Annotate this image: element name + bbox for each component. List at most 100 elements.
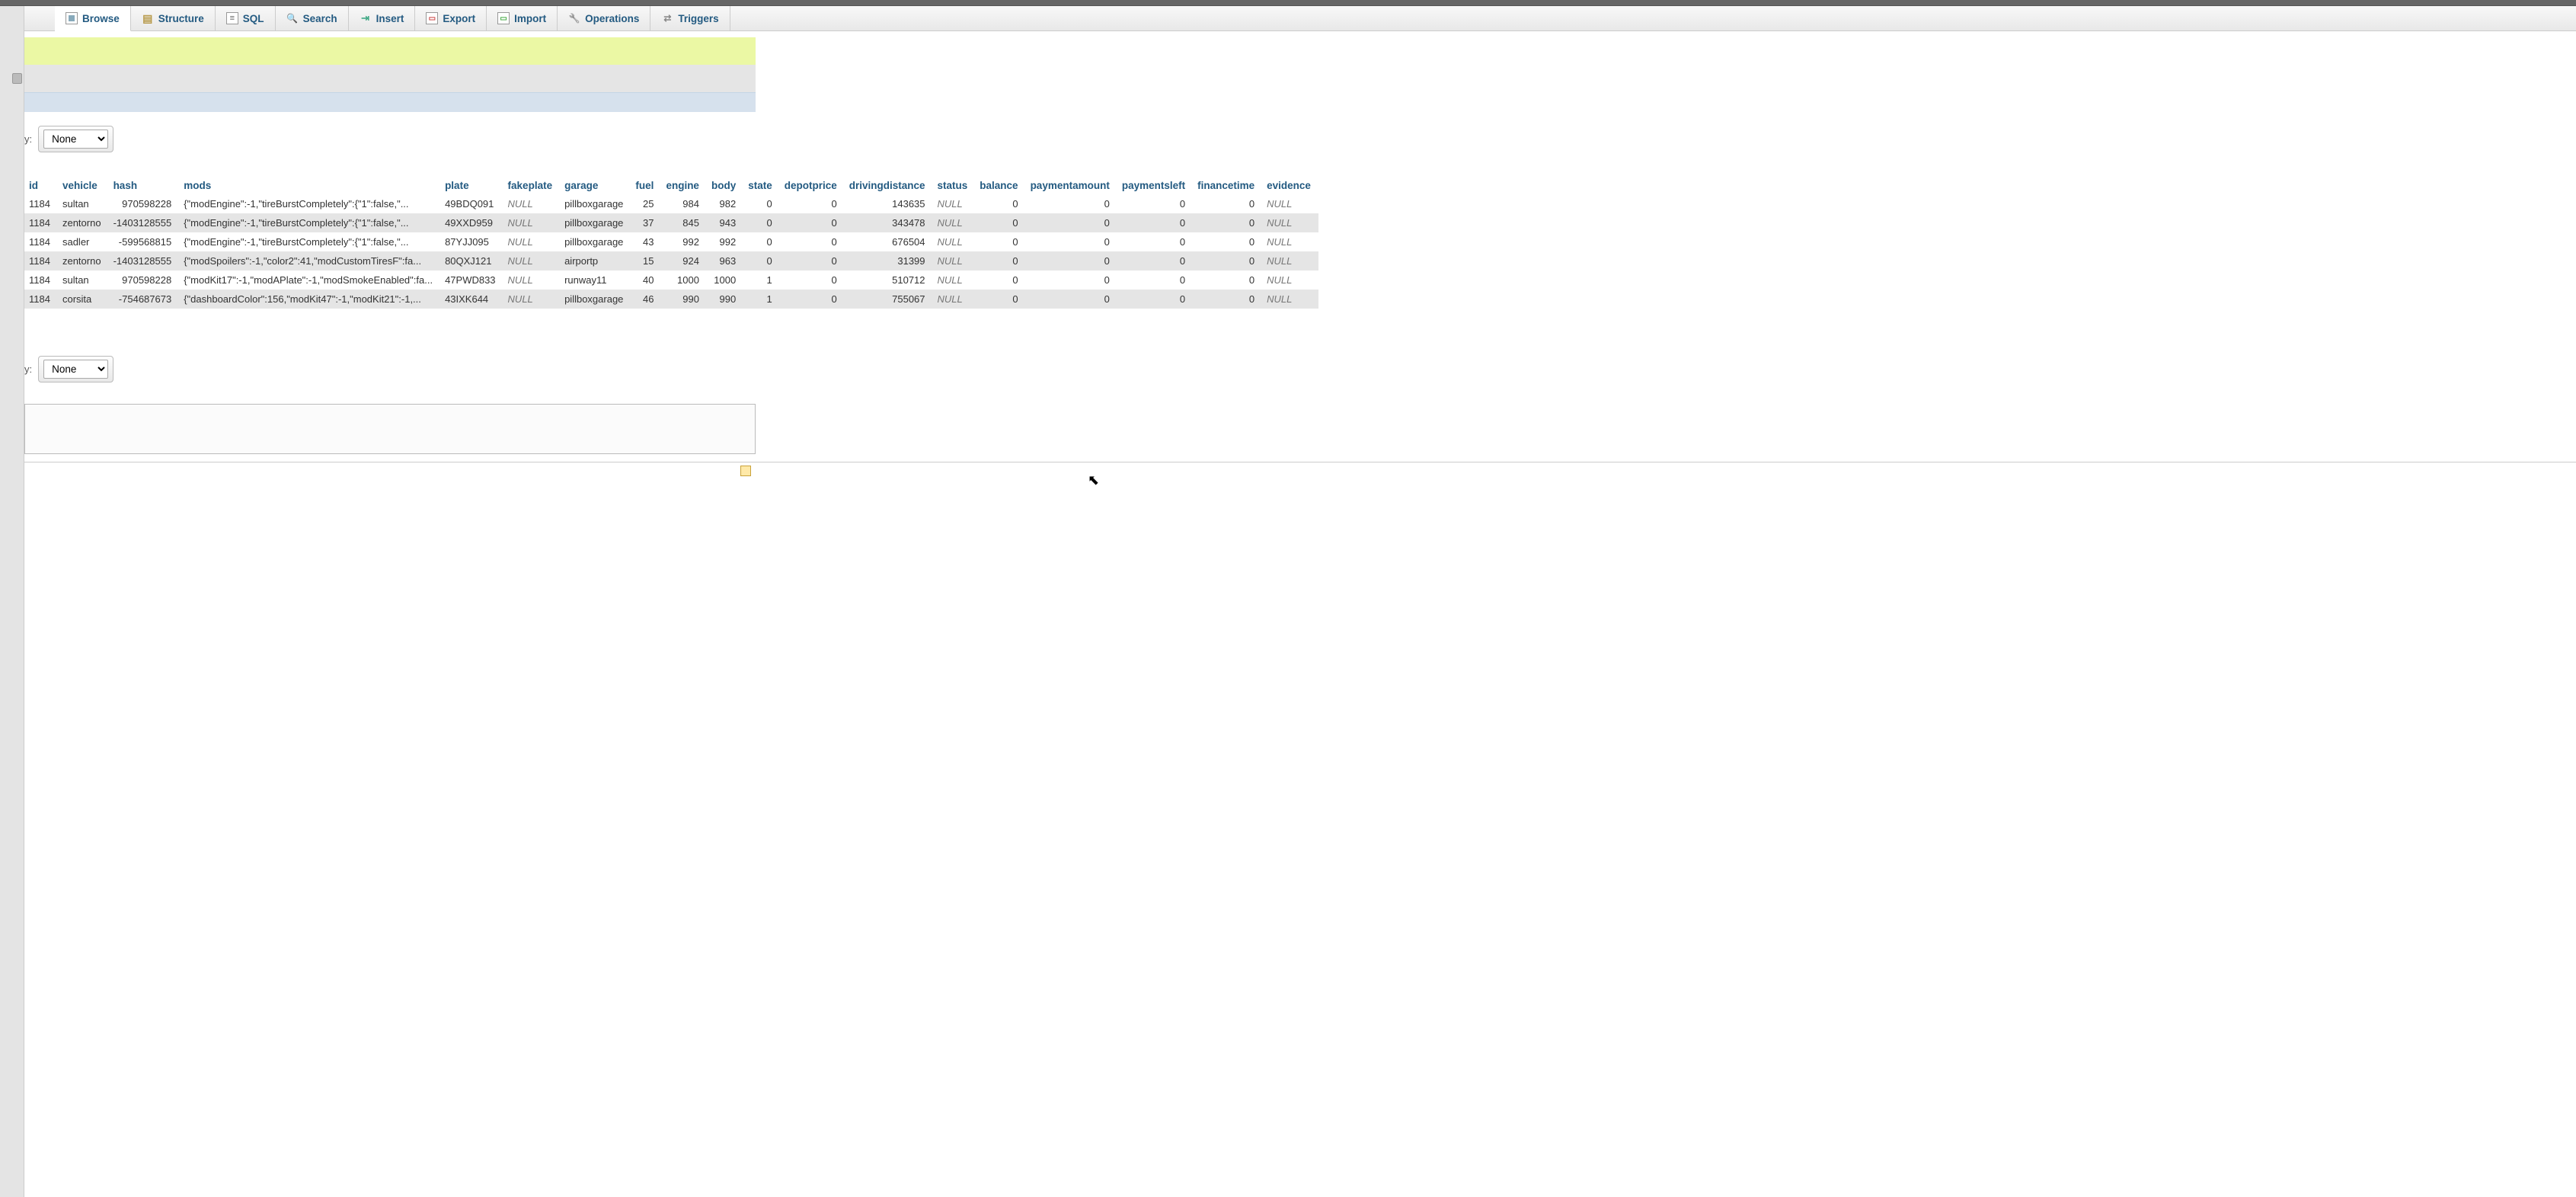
cell-fakeplate[interactable]: NULL [503,251,561,270]
cell-garage[interactable]: airportp [560,251,631,270]
table-row[interactable]: 1184zentorno-1403128555{"modSpoilers":-1… [24,251,1318,270]
cell-garage[interactable]: pillboxgarage [560,194,631,213]
cell-id[interactable]: 1184 [24,251,58,270]
col-paymentamount[interactable]: paymentamount [1026,177,1117,194]
cell-state[interactable]: 0 [743,232,780,251]
cell-id[interactable]: 1184 [24,232,58,251]
left-scrollbar[interactable] [0,6,24,1197]
cell-financetime[interactable]: 0 [1193,213,1262,232]
cell-garage[interactable]: runway11 [560,270,631,290]
cell-balance[interactable]: 0 [975,232,1025,251]
tab-structure[interactable]: Structure [131,6,216,30]
cell-evidence[interactable]: NULL [1262,270,1318,290]
cell-drivingdistance[interactable]: 343478 [845,213,933,232]
cell-status[interactable]: NULL [933,194,976,213]
cell-fuel[interactable]: 25 [631,194,661,213]
col-mods[interactable]: mods [179,177,440,194]
col-vehicle[interactable]: vehicle [58,177,109,194]
cell-mods[interactable]: {"modSpoilers":-1,"color2":41,"modCustom… [179,251,440,270]
cell-plate[interactable]: 87YJJ095 [440,232,503,251]
cell-id[interactable]: 1184 [24,213,58,232]
cell-fakeplate[interactable]: NULL [503,194,561,213]
cell-depotprice[interactable]: 0 [780,194,845,213]
cell-drivingdistance[interactable]: 31399 [845,251,933,270]
cell-paymentamount[interactable]: 0 [1026,213,1117,232]
cell-financetime[interactable]: 0 [1193,290,1262,309]
tab-search[interactable]: Search [276,6,349,30]
cell-depotprice[interactable]: 0 [780,251,845,270]
cell-financetime[interactable]: 0 [1193,251,1262,270]
cell-garage[interactable]: pillboxgarage [560,290,631,309]
cell-paymentsleft[interactable]: 0 [1117,270,1193,290]
cell-evidence[interactable]: NULL [1262,194,1318,213]
cell-fakeplate[interactable]: NULL [503,232,561,251]
cell-evidence[interactable]: NULL [1262,290,1318,309]
cell-evidence[interactable]: NULL [1262,232,1318,251]
cell-balance[interactable]: 0 [975,270,1025,290]
tab-import[interactable]: Import [487,6,558,30]
cell-vehicle[interactable]: zentorno [58,251,109,270]
cell-state[interactable]: 1 [743,270,780,290]
cell-depotprice[interactable]: 0 [780,213,845,232]
cell-status[interactable]: NULL [933,270,976,290]
table-row[interactable]: 1184corsita-754687673{"dashboardColor":1… [24,290,1318,309]
cell-fuel[interactable]: 37 [631,213,661,232]
cell-engine[interactable]: 845 [661,213,707,232]
cell-state[interactable]: 0 [743,251,780,270]
col-drivingdistance[interactable]: drivingdistance [845,177,933,194]
cell-state[interactable]: 1 [743,290,780,309]
cell-financetime[interactable]: 0 [1193,270,1262,290]
cell-body[interactable]: 992 [707,232,743,251]
cell-hash[interactable]: -754687673 [109,290,180,309]
query-textbox[interactable] [24,404,756,454]
cell-status[interactable]: NULL [933,213,976,232]
cell-engine[interactable]: 992 [661,232,707,251]
cell-paymentamount[interactable]: 0 [1026,194,1117,213]
col-state[interactable]: state [743,177,780,194]
col-fakeplate[interactable]: fakeplate [503,177,561,194]
tab-sql[interactable]: SQL [216,6,276,30]
cell-status[interactable]: NULL [933,232,976,251]
col-garage[interactable]: garage [560,177,631,194]
cell-engine[interactable]: 1000 [661,270,707,290]
col-hash[interactable]: hash [109,177,180,194]
cell-paymentsleft[interactable]: 0 [1117,232,1193,251]
cell-paymentsleft[interactable]: 0 [1117,290,1193,309]
cell-evidence[interactable]: NULL [1262,251,1318,270]
cell-mods[interactable]: {"modEngine":-1,"tireBurstCompletely":{"… [179,194,440,213]
cell-state[interactable]: 0 [743,194,780,213]
cell-fuel[interactable]: 15 [631,251,661,270]
cell-plate[interactable]: 49BDQ091 [440,194,503,213]
col-engine[interactable]: engine [661,177,707,194]
col-body[interactable]: body [707,177,743,194]
cell-financetime[interactable]: 0 [1193,194,1262,213]
cell-vehicle[interactable]: sultan [58,270,109,290]
cell-fuel[interactable]: 40 [631,270,661,290]
col-plate[interactable]: plate [440,177,503,194]
cell-paymentsleft[interactable]: 0 [1117,213,1193,232]
cell-hash[interactable]: -1403128555 [109,251,180,270]
table-row[interactable]: 1184sultan970598228{"modEngine":-1,"tire… [24,194,1318,213]
cell-hash[interactable]: -599568815 [109,232,180,251]
cell-evidence[interactable]: NULL [1262,213,1318,232]
cell-fakeplate[interactable]: NULL [503,270,561,290]
sort-select[interactable]: None [43,130,108,149]
scrollbar-thumb[interactable] [12,73,22,84]
cell-body[interactable]: 963 [707,251,743,270]
tab-insert[interactable]: Insert [349,6,416,30]
cell-depotprice[interactable]: 0 [780,290,845,309]
cell-balance[interactable]: 0 [975,213,1025,232]
cell-drivingdistance[interactable]: 143635 [845,194,933,213]
cell-id[interactable]: 1184 [24,290,58,309]
cell-depotprice[interactable]: 0 [780,270,845,290]
cell-vehicle[interactable]: corsita [58,290,109,309]
cell-mods[interactable]: {"modEngine":-1,"tireBurstCompletely":{"… [179,232,440,251]
cell-id[interactable]: 1184 [24,194,58,213]
cell-vehicle[interactable]: sultan [58,194,109,213]
cell-status[interactable]: NULL [933,290,976,309]
cell-body[interactable]: 982 [707,194,743,213]
cell-mods[interactable]: {"modEngine":-1,"tireBurstCompletely":{"… [179,213,440,232]
cell-engine[interactable]: 990 [661,290,707,309]
cell-depotprice[interactable]: 0 [780,232,845,251]
cell-plate[interactable]: 43IXK644 [440,290,503,309]
